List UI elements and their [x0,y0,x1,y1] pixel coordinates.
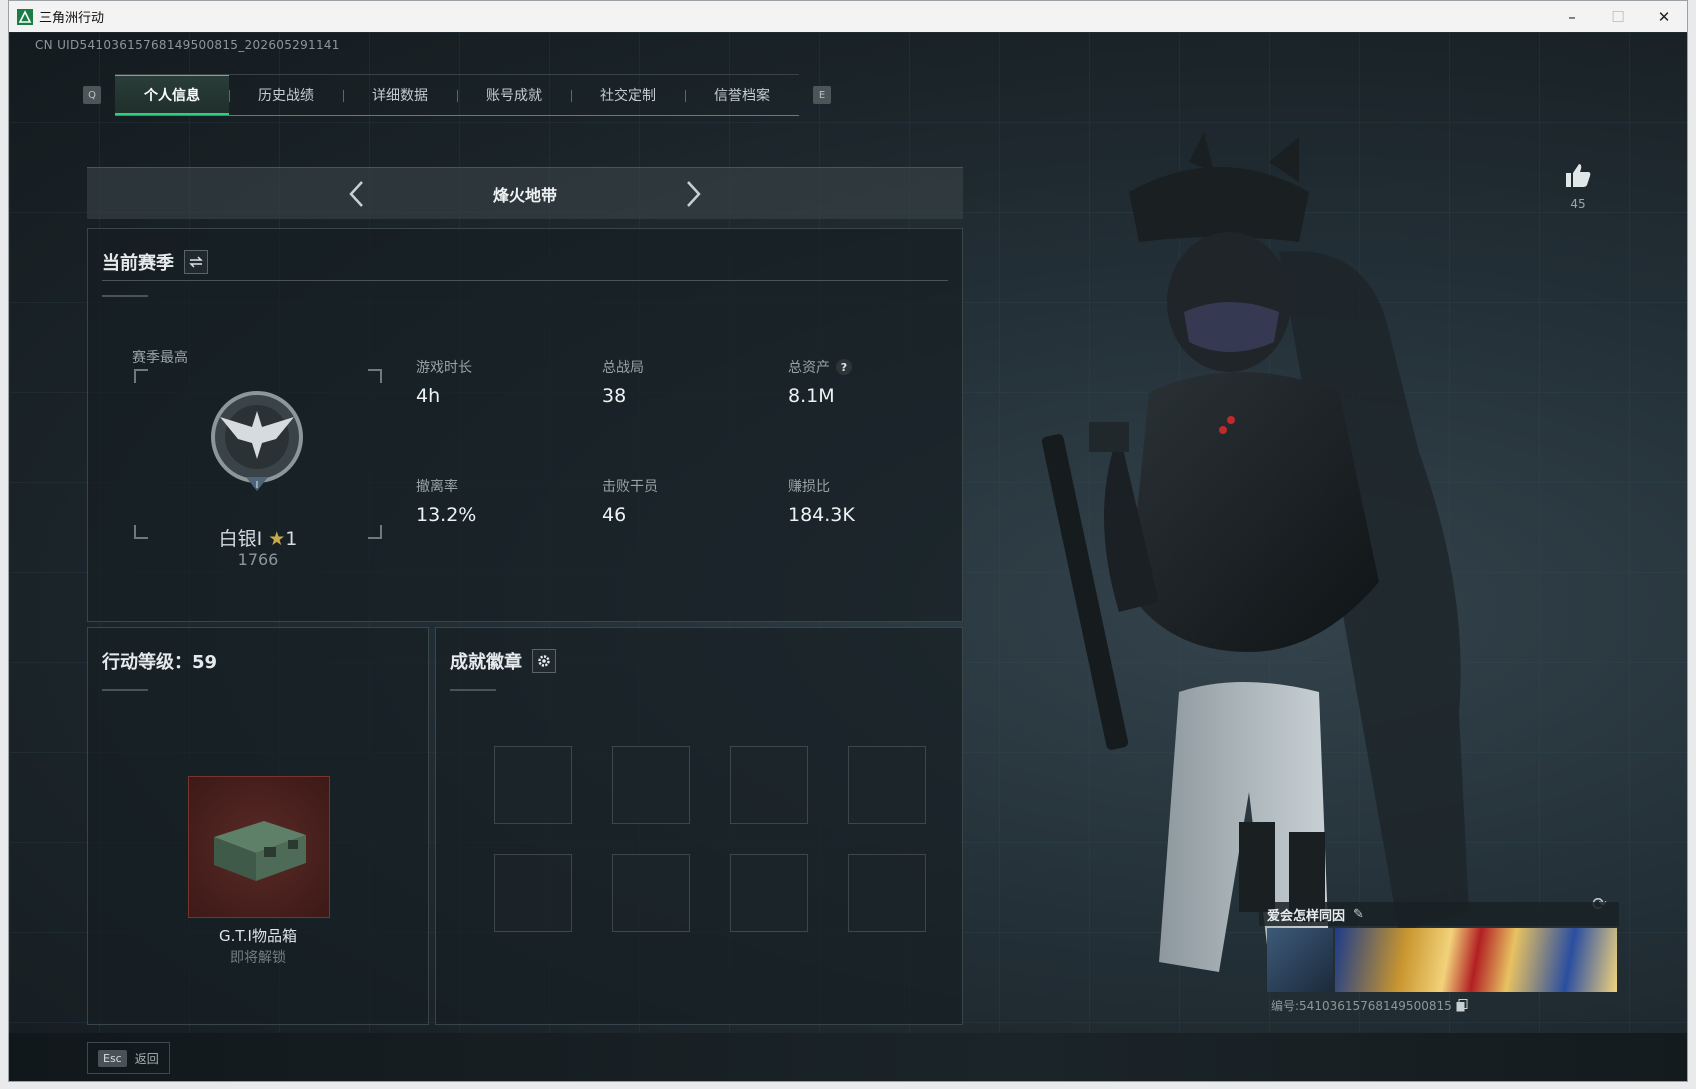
help-icon[interactable]: ? [836,359,852,375]
season-header: 当前赛季 [102,249,208,275]
back-label: 返回 [134,1051,159,1066]
game-viewport: CN UID5410361576814950081​5_202605291141… [9,32,1687,1081]
app-window: 三角洲行动 – ☐ ✕ CN UID5410361576814950081​5_… [8,0,1688,1082]
reward-item-name: G.T.I物品箱 [219,927,297,945]
delta-force-logo-icon [17,8,33,25]
gti-crate-icon [214,821,306,881]
mode-next-button[interactable] [673,174,713,214]
achievement-badges-panel: 成就徽章 [435,627,963,1025]
tab-credit[interactable]: 信誉档案 [685,75,799,115]
tab-personal-info[interactable]: 个人信息 [115,75,229,115]
stat-play-time: 游戏时长 4h [416,360,472,407]
rank-score: 1766 [237,550,279,569]
badge-slot[interactable] [494,746,572,824]
rank-display: I 白银I ★1 1766 [134,369,382,569]
rank-name: 白银I [218,528,263,550]
tab-history[interactable]: 历史战绩 [229,75,343,115]
minimize-button[interactable]: – [1549,1,1595,32]
maximize-button[interactable]: ☐ [1595,1,1641,32]
badge-slot[interactable] [730,746,808,824]
operation-level-panel: 行动等级：59 G.T.I物品箱 即将解锁 [87,627,429,1025]
badge-slot[interactable] [612,854,690,932]
player-nickname: 爱会怎样同因 [1267,908,1346,924]
decor-tick [102,689,148,691]
thumbs-up-icon [1566,164,1591,187]
stat-total-assets: 总资产? 8.1M [788,357,958,407]
tab-social[interactable]: 社交定制 [571,75,685,115]
decor-tick [102,295,148,297]
player-uid-row: 编号:5410361576814950081​5 [1271,997,1468,1014]
operator-figure-icon [1041,132,1469,972]
level-title: 行动等级：59 [102,652,218,673]
rank-name-row: 白银I ★1 [134,524,382,551]
badge-slot[interactable] [848,854,926,932]
badges-title: 成就徽章 [450,652,522,673]
reward-item-card[interactable] [188,776,330,918]
tab-detailed-data[interactable]: 详细数据 [343,75,457,115]
copy-icon[interactable] [1456,999,1468,1012]
player-uid: 编号:5410361576814950081​5 [1271,999,1452,1013]
season-switch-button[interactable] [184,250,208,274]
stat-profit-loss: 赚损比 184.3K [788,479,855,526]
decor-tick [450,689,496,691]
esc-key: Esc [98,1049,127,1067]
reward-item-status: 即将解锁 [230,950,286,966]
tab-prev-key[interactable]: Q [83,86,101,104]
edit-icon[interactable]: ✎ [1353,907,1364,922]
current-season-panel: 当前赛季 赛季最高 I 白银I ★1 1766 游戏时长 4h 总战局 38 总… [87,228,963,622]
top-tabs: Q 个人信息 历史战绩 详细数据 账号成就 社交定制 信誉档案 E [83,74,831,116]
mode-name: 烽火地带 [492,185,557,205]
svg-text:I: I [256,480,259,491]
back-button[interactable]: Esc 返回 [87,1042,170,1074]
season-title: 当前赛季 [102,253,174,274]
stat-extract-rate: 撤离率 13.2% [416,479,477,526]
mode-selector: 烽火地带 [87,167,963,219]
stat-operator-kills: 击败干员 46 [602,479,658,526]
swap-icon [189,256,203,268]
badge-slot[interactable] [612,746,690,824]
bottom-bar: Esc 返回 [9,1033,1687,1081]
badge-slot[interactable] [730,854,808,932]
badges-header: 成就徽章 [450,648,556,674]
badge-slot[interactable] [848,746,926,824]
gear-icon [538,655,550,667]
tab-next-key[interactable]: E [813,86,831,104]
operator-character-model[interactable] [999,132,1579,1032]
player-name-row: 爱会怎样同因 ✎ [1259,902,1619,926]
title-bar: 三角洲行动 – ☐ ✕ [9,1,1687,32]
uid-text: CN UID5410361576814950081​5_202605291141 [35,38,340,52]
rank-stars: 1 [285,528,298,550]
stat-total-matches: 总战局 38 [602,360,644,407]
window-title: 三角洲行动 [39,11,105,26]
player-card: 爱会怎样同因 ✎ 编号:5410361576814950081​5 [1259,902,1619,1014]
avatar[interactable] [1267,928,1333,992]
like-count: 45 [1570,197,1586,211]
chevron-right-icon [687,180,701,207]
name-card-banner[interactable] [1335,928,1617,992]
badge-slot[interactable] [494,854,572,932]
badge-settings-button[interactable] [532,649,556,673]
star-icon: ★ [268,528,286,550]
chevron-left-icon [349,180,363,207]
season-divider [102,280,948,281]
close-button[interactable]: ✕ [1641,1,1687,32]
season-best-label: 赛季最高 [132,350,188,366]
silver-rank-emblem-icon: I [211,391,303,491]
mode-prev-button[interactable] [337,174,377,214]
like-button[interactable]: 45 [1564,162,1592,211]
tab-achievements[interactable]: 账号成就 [457,75,571,115]
